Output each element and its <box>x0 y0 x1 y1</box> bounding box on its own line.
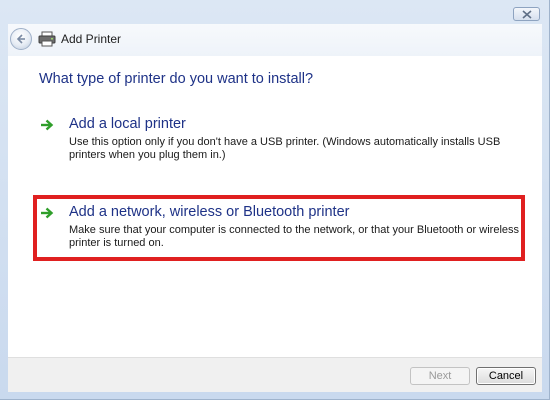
green-arrow-icon <box>41 119 54 131</box>
cancel-button[interactable]: Cancel <box>476 367 536 385</box>
highlight-box <box>33 195 525 261</box>
option-title: Add a local printer <box>69 116 186 132</box>
close-icon <box>522 10 532 19</box>
printer-icon <box>38 31 56 47</box>
option-description: Use this option only if you don't have a… <box>69 136 501 161</box>
dialog-content: What type of printer do you want to inst… <box>8 56 542 357</box>
next-button[interactable]: Next <box>410 367 470 385</box>
close-button[interactable] <box>513 7 540 21</box>
dialog-window: Add Printer What type of printer do you … <box>0 0 550 400</box>
page-question: What type of printer do you want to inst… <box>39 71 314 87</box>
back-arrow-icon <box>16 34 25 44</box>
dialog-footer: Next Cancel <box>8 357 542 392</box>
dialog-title: Add Printer <box>61 32 122 46</box>
dialog-header: Add Printer <box>8 24 542 56</box>
option-add-local-printer[interactable]: Add a local printer Use this option only… <box>40 116 520 166</box>
back-button[interactable] <box>10 28 32 50</box>
